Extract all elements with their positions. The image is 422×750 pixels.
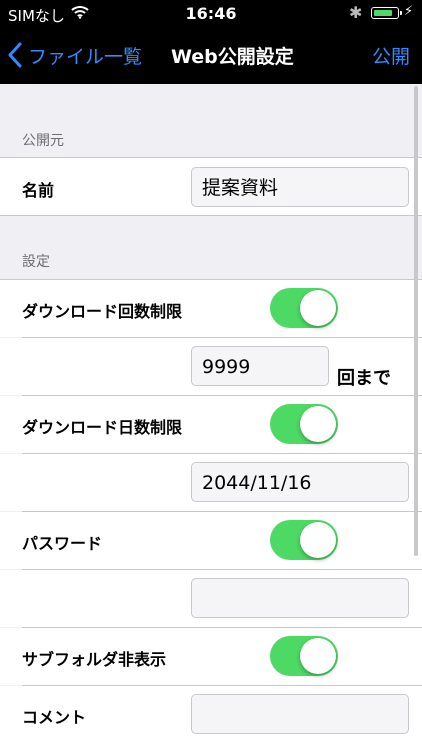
charging-icon: ⚡	[404, 4, 414, 19]
download-days-row: ダウンロード日数制限	[0, 396, 422, 453]
name-row: 名前 提案資料	[0, 158, 422, 215]
comment-label: コメント	[22, 708, 87, 727]
password-row: パスワード	[0, 512, 422, 569]
comment-row: コメント	[0, 686, 422, 750]
password-toggle[interactable]	[270, 520, 338, 560]
name-label: 名前	[22, 181, 55, 200]
back-button[interactable]: ファイル一覧	[8, 40, 142, 70]
download-days-label: ダウンロード日数制限	[22, 418, 183, 437]
download-count-toggle[interactable]	[270, 288, 338, 328]
section-header-settings: 設定	[22, 254, 50, 270]
hide-subfolders-row: サブフォルダ非表示	[0, 628, 422, 685]
download-count-value-row: 9999 回まで	[0, 338, 422, 395]
download-days-value-row: 2044/11/16	[0, 454, 422, 511]
page-title: Web公開設定	[171, 46, 294, 68]
name-field[interactable]: 提案資料	[191, 167, 409, 207]
password-field[interactable]	[191, 578, 409, 618]
battery-fill	[374, 10, 392, 16]
navigation-bar: ファイル一覧 Web公開設定 公開	[0, 28, 422, 84]
download-date-field[interactable]: 2044/11/16	[191, 462, 409, 502]
battery-icon	[371, 7, 402, 19]
scroll-indicator[interactable]	[414, 86, 418, 556]
top-bar: SIMなし 16:46 ✱ ⚡ ファイル一覧 Web公開設定 公開	[0, 0, 422, 84]
download-count-field[interactable]: 9999	[191, 346, 329, 386]
comment-field[interactable]	[191, 694, 409, 734]
chevron-left-icon	[8, 42, 22, 68]
section-header-source: 公開元	[22, 133, 64, 149]
download-count-row: ダウンロード回数制限	[0, 280, 422, 337]
password-label: パスワード	[22, 534, 103, 553]
download-count-suffix: 回まで	[337, 368, 391, 389]
hide-subfolders-label: サブフォルダ非表示	[22, 650, 167, 669]
bluetooth-icon: ✱	[349, 3, 363, 22]
back-button-label: ファイル一覧	[28, 45, 143, 68]
publish-button[interactable]: 公開	[372, 42, 410, 69]
download-days-toggle[interactable]	[270, 404, 338, 444]
hide-subfolders-toggle[interactable]	[270, 636, 338, 676]
download-count-label: ダウンロード回数制限	[22, 302, 183, 321]
status-bar: SIMなし 16:46 ✱ ⚡	[0, 0, 422, 28]
password-value-row	[0, 570, 422, 627]
